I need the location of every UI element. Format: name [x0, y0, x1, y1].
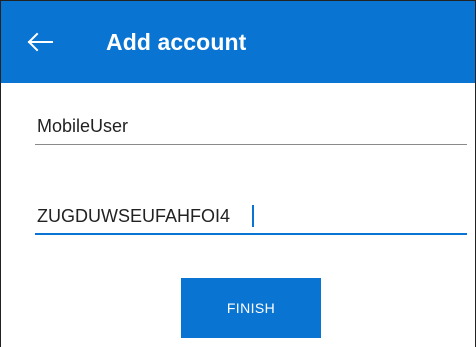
- app-bar: Add account: [1, 1, 475, 83]
- secret-key-field-container: [35, 204, 469, 235]
- arrow-left-icon: [27, 32, 53, 52]
- secret-key-underline: [35, 233, 467, 235]
- text-cursor: [252, 205, 254, 227]
- username-underline: [35, 144, 467, 145]
- page-title: Add account: [106, 29, 247, 55]
- username-field-container: [35, 114, 469, 145]
- finish-button[interactable]: FINISH: [181, 278, 321, 338]
- back-button[interactable]: [23, 25, 57, 59]
- username-field[interactable]: [35, 114, 469, 138]
- screen: Add account FINISH: [0, 0, 476, 347]
